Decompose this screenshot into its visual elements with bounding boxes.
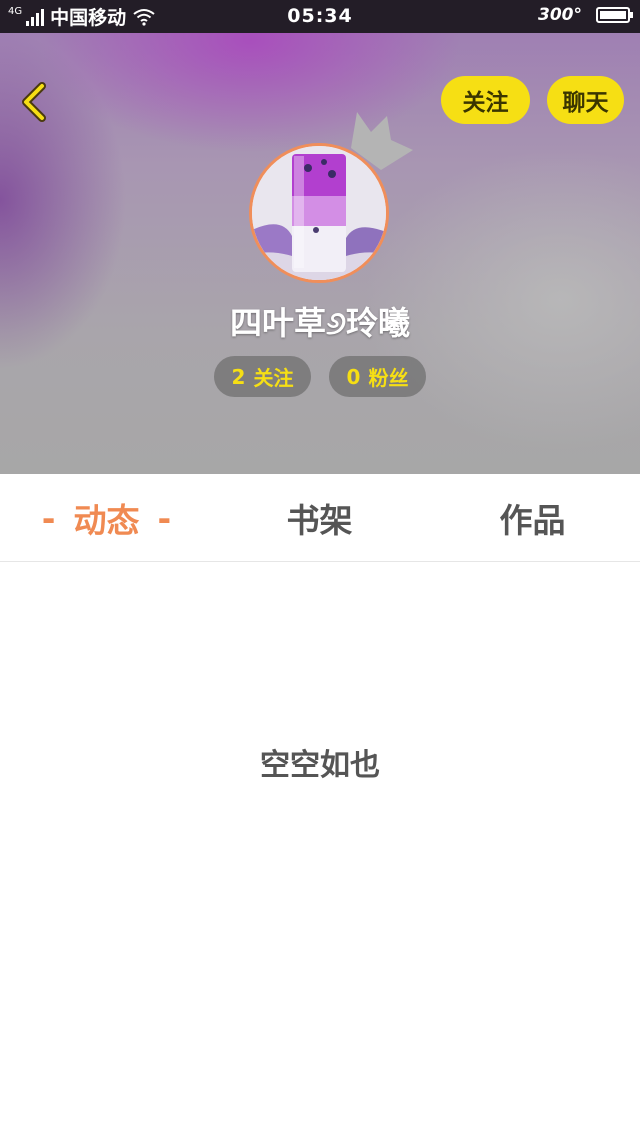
avatar[interactable]	[249, 143, 389, 283]
profile-tabs: - 动态 - 书架 作品	[0, 474, 640, 562]
tab-active-indicator-left: -	[41, 498, 56, 538]
chat-button[interactable]: 聊天	[547, 76, 624, 124]
battery-icon	[596, 7, 633, 23]
following-label: 关注	[253, 366, 294, 390]
empty-state-text: 空空如也	[260, 748, 380, 783]
username: 四叶草୬玲曦	[229, 304, 411, 342]
fans-count-badge[interactable]: 0 粉丝	[329, 356, 426, 397]
tab-bookshelf[interactable]: 书架	[213, 474, 426, 562]
tab-active-indicator-right: -	[157, 498, 172, 538]
chevron-left-icon	[22, 82, 46, 122]
fans-label: 粉丝	[368, 366, 409, 390]
tab-label: 作品	[499, 501, 566, 540]
following-count-badge[interactable]: 2 关注	[214, 356, 311, 397]
tab-works[interactable]: 作品	[426, 474, 639, 562]
tab-label: 书架	[286, 501, 353, 540]
status-bar: 4G 中国移动 05:34 300°	[0, 0, 640, 33]
following-count: 2	[231, 364, 246, 389]
fans-count: 0	[346, 364, 361, 389]
avatar-image	[252, 146, 386, 280]
tab-dynamics[interactable]: - 动态 -	[0, 474, 213, 562]
tab-label: 动态	[73, 501, 140, 540]
follow-button[interactable]: 关注	[441, 76, 530, 124]
battery-status-text: 300°	[538, 5, 582, 25]
back-button[interactable]	[14, 78, 58, 126]
